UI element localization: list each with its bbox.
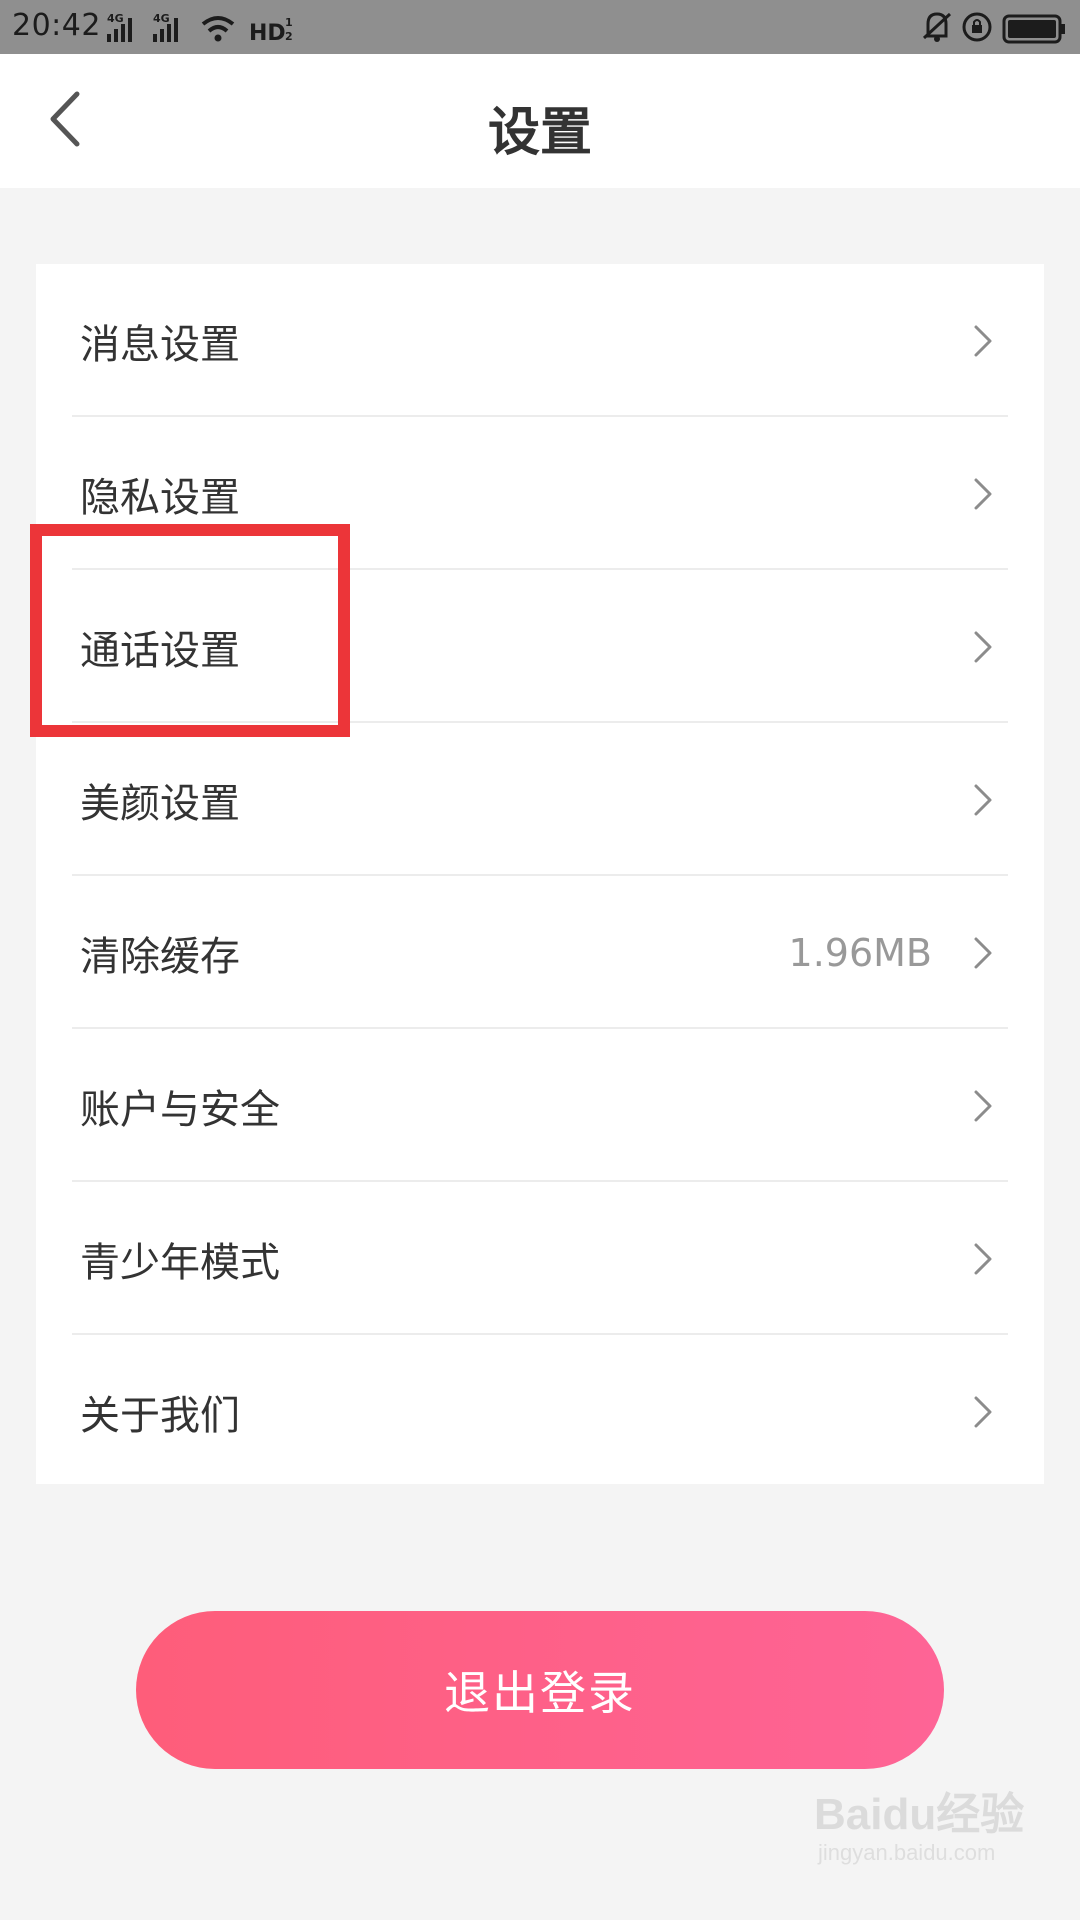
watermark-url: jingyan.baidu.com bbox=[818, 1840, 996, 1865]
wifi-icon bbox=[201, 16, 235, 42]
settings-item-label: 美颜设置 bbox=[80, 780, 240, 827]
chevron-right-icon bbox=[974, 1396, 992, 1427]
status-time: 20:42 bbox=[12, 8, 101, 43]
settings-item-label: 隐私设置 bbox=[80, 474, 240, 521]
highlight-annotation bbox=[30, 524, 350, 737]
chevron-right-icon bbox=[974, 1090, 992, 1121]
rotation-lock-icon bbox=[962, 12, 992, 42]
chevron-right-icon bbox=[974, 631, 992, 662]
settings-list: 消息设置 隐私设置 通话设置 美颜设置 清除缓存 1.96MB 账户与安全 青少… bbox=[36, 264, 1044, 1484]
logout-label: 退出登录 bbox=[444, 1666, 636, 1720]
settings-item-clear-cache[interactable]: 清除缓存 1.96MB bbox=[36, 876, 1044, 1029]
status-bar: 20:42 4G 4G HD 1 2 bbox=[0, 0, 1080, 54]
settings-item-youth-mode[interactable]: 青少年模式 bbox=[36, 1182, 1044, 1335]
chevron-right-icon bbox=[974, 325, 992, 356]
watermark-logo: Baidu经验 bbox=[814, 1790, 1025, 1839]
settings-item-label: 账户与安全 bbox=[80, 1086, 280, 1133]
hd-icon: HD 1 2 bbox=[249, 16, 293, 46]
cache-size-value: 1.96MB bbox=[788, 930, 932, 975]
svg-text:1: 1 bbox=[285, 16, 293, 29]
network-1-label: 4G bbox=[107, 12, 124, 25]
settings-item-message[interactable]: 消息设置 bbox=[36, 264, 1044, 417]
baidu-jingyan-watermark: Baidu经验 jingyan.baidu.com bbox=[814, 1778, 1024, 1888]
settings-item-about[interactable]: 关于我们 bbox=[36, 1335, 1044, 1488]
chevron-right-icon bbox=[974, 784, 992, 815]
status-right-icons bbox=[922, 12, 1065, 44]
page-title: 设置 bbox=[487, 103, 592, 163]
chevron-right-icon bbox=[974, 478, 992, 509]
settings-item-label: 消息设置 bbox=[80, 321, 240, 368]
svg-text:2: 2 bbox=[285, 30, 293, 43]
settings-item-label: 青少年模式 bbox=[80, 1239, 280, 1286]
signal-icons: 4G 4G HD 1 2 bbox=[107, 12, 293, 46]
network-2-label: 4G bbox=[153, 12, 170, 25]
settings-item-label: 清除缓存 bbox=[80, 933, 240, 980]
chevron-right-icon bbox=[974, 1243, 992, 1274]
app-header: 设置 bbox=[0, 54, 1080, 188]
settings-item-beauty[interactable]: 美颜设置 bbox=[36, 723, 1044, 876]
settings-item-account-security[interactable]: 账户与安全 bbox=[36, 1029, 1044, 1182]
chevron-right-icon bbox=[974, 937, 992, 968]
settings-item-label: 关于我们 bbox=[80, 1392, 240, 1439]
bell-mute-icon bbox=[922, 12, 952, 42]
svg-text:HD: HD bbox=[249, 21, 286, 46]
battery-icon bbox=[1002, 14, 1065, 44]
logout-button[interactable]: 退出登录 bbox=[136, 1611, 944, 1769]
